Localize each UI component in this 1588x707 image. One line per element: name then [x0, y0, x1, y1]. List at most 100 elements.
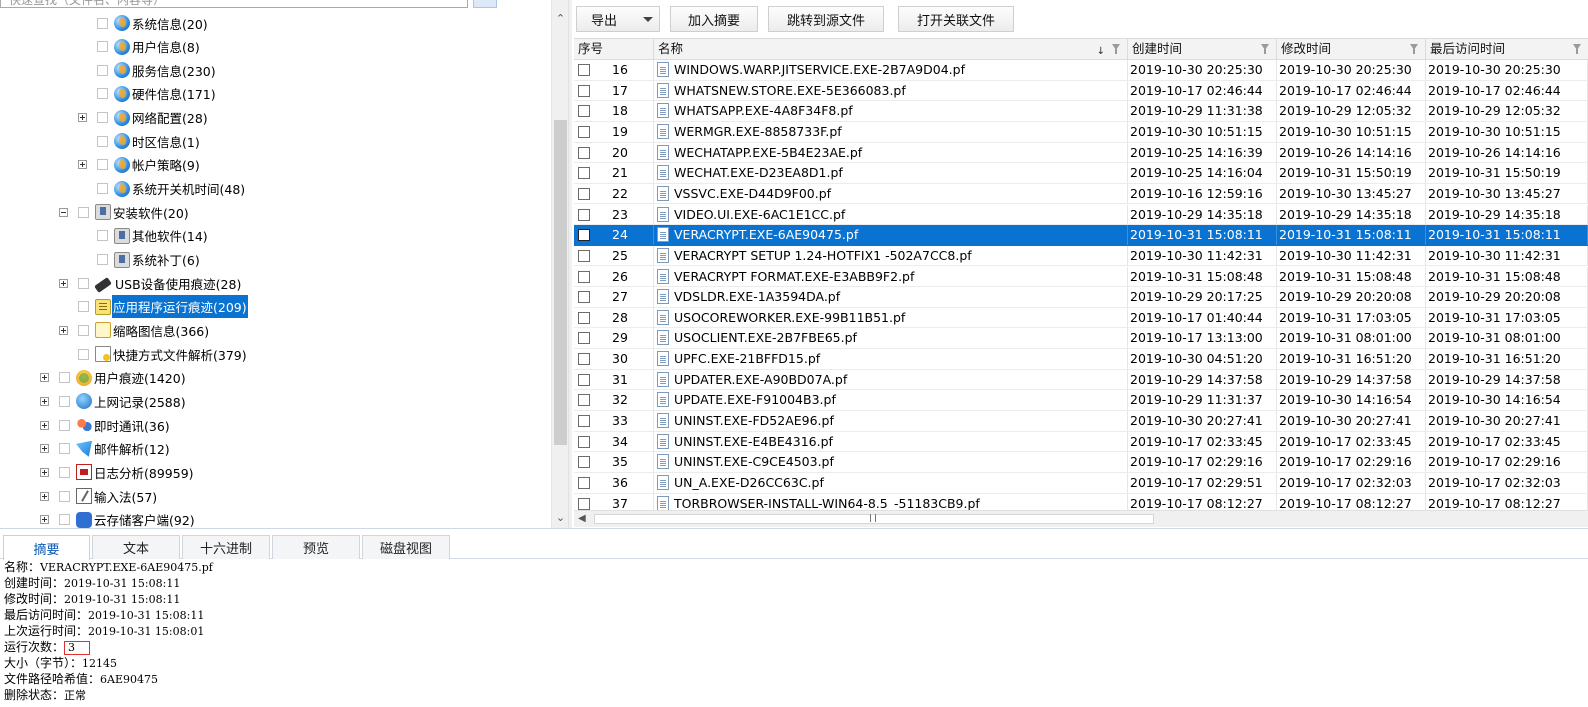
- tab-3[interactable]: 预览: [272, 535, 360, 559]
- tree-item[interactable]: 快捷方式文件解析(379): [59, 343, 248, 365]
- open-related-file-button[interactable]: 打开关联文件: [898, 6, 1014, 32]
- tree-checkbox[interactable]: [97, 135, 108, 147]
- row-checkbox[interactable]: [578, 146, 590, 159]
- export-dropdown-button[interactable]: 导出: [576, 6, 660, 32]
- row-checkbox[interactable]: [578, 394, 590, 407]
- tree-search-button[interactable]: [473, 0, 497, 8]
- table-row[interactable]: 29 USOCLIENT.EXE-2B7FBE65.pf 2019-10-17 13…: [574, 328, 1588, 350]
- table-row[interactable]: 25 VERACRYPT SETUP 1.24-HOTFIX1 -502A7CC8…: [574, 245, 1588, 267]
- tree-item[interactable]: 系统补丁(6): [78, 249, 201, 271]
- expand-icon[interactable]: [40, 515, 49, 525]
- column-header-seq[interactable]: 序号: [574, 39, 654, 59]
- table-row[interactable]: 20 WECHATAPP.EXE-5B4E23AE.pf 2019-10-25 14…: [574, 142, 1588, 164]
- table-row[interactable]: 37 TORBROWSER-INSTALL-WIN64-8.5_-51183CB9…: [574, 493, 1588, 510]
- scroll-left-arrow-icon[interactable]: ◀: [578, 513, 586, 524]
- row-checkbox[interactable]: [578, 105, 590, 118]
- filter-icon[interactable]: [1410, 44, 1418, 54]
- row-checkbox[interactable]: [578, 332, 590, 345]
- expand-icon[interactable]: [40, 396, 49, 406]
- row-checkbox[interactable]: [578, 353, 590, 366]
- tree-item[interactable]: 即时通讯(36): [40, 414, 171, 436]
- row-checkbox[interactable]: [578, 64, 590, 76]
- table-row[interactable]: 34 UNINST.EXE-E4BE4316.pf 2019-10-17 02:33…: [574, 431, 1588, 453]
- row-checkbox[interactable]: [578, 167, 590, 180]
- tree-checkbox[interactable]: [97, 183, 108, 195]
- tree-checkbox[interactable]: [97, 88, 108, 100]
- tree-item[interactable]: 邮件解析(12): [40, 438, 171, 460]
- table-row[interactable]: 28 USOCOREWORKER.EXE-99B11B51.pf 2019-10-1…: [574, 307, 1588, 329]
- tree-checkbox[interactable]: [59, 372, 70, 384]
- row-checkbox[interactable]: [578, 415, 590, 428]
- tree-item[interactable]: 缩略图信息(366): [59, 319, 210, 341]
- row-checkbox[interactable]: [578, 229, 590, 242]
- tree-item[interactable]: 网络配置(28): [78, 107, 209, 129]
- tree-item[interactable]: 日志分析(89959): [40, 461, 195, 483]
- expand-icon[interactable]: [40, 467, 49, 477]
- scroll-down-arrow-icon[interactable]: ⌄: [552, 509, 569, 526]
- tree-checkbox[interactable]: [59, 419, 70, 431]
- table-row[interactable]: 27 VDSLDR.EXE-1A3594DA.pf 2019-10-29 20:17…: [574, 287, 1588, 308]
- tree-checkbox[interactable]: [59, 490, 70, 502]
- table-row[interactable]: 31 UPDATER.EXE-A90BD07A.pf 2019-10-29 14:3…: [574, 369, 1588, 391]
- row-checkbox[interactable]: [578, 270, 590, 283]
- expand-icon[interactable]: [40, 444, 49, 454]
- tree-checkbox[interactable]: [59, 395, 70, 407]
- tree-item[interactable]: 时区信息(1): [78, 130, 201, 152]
- tree-item[interactable]: 输入法(57): [40, 485, 158, 507]
- expand-icon[interactable]: [40, 420, 49, 430]
- tree-checkbox[interactable]: [97, 17, 108, 29]
- jump-to-source-button[interactable]: 跳转到源文件: [768, 6, 884, 32]
- tab-1[interactable]: 文本: [92, 535, 180, 559]
- tree-checkbox[interactable]: [59, 466, 70, 478]
- tree-item[interactable]: 用户信息(8): [78, 36, 201, 58]
- tree-checkbox[interactable]: [97, 41, 108, 53]
- tree-item[interactable]: USB设备使用痕迹(28): [59, 272, 242, 294]
- tree-item[interactable]: 其他软件(14): [78, 225, 209, 247]
- row-checkbox[interactable]: [578, 291, 590, 304]
- expand-icon[interactable]: [40, 491, 49, 501]
- expand-icon[interactable]: [59, 278, 68, 288]
- tree-checkbox[interactable]: [78, 301, 89, 313]
- row-checkbox[interactable]: [578, 435, 590, 448]
- expand-icon[interactable]: [40, 373, 49, 383]
- tree-item[interactable]: 安装软件(20): [59, 201, 190, 223]
- expand-icon[interactable]: [59, 325, 68, 335]
- row-checkbox[interactable]: [578, 373, 590, 386]
- tree-item[interactable]: 系统信息(20): [78, 12, 209, 34]
- tree-item[interactable]: 应用程序运行痕迹(209): [59, 295, 248, 319]
- filter-icon[interactable]: [1112, 44, 1120, 54]
- tree-item[interactable]: 上网记录(2588): [40, 390, 187, 412]
- tree-search-input[interactable]: 快速查找（文件名、内容等）: [0, 0, 468, 8]
- tree-checkbox[interactable]: [78, 348, 89, 360]
- tree-vertical-scrollbar[interactable]: ⌃ ⌄: [551, 0, 568, 528]
- tree-checkbox[interactable]: [78, 277, 89, 289]
- table-row[interactable]: 18 WHATSAPP.EXE-4A8F34F8.pf 2019-10-29 11:…: [574, 101, 1588, 122]
- row-checkbox[interactable]: [578, 249, 590, 262]
- table-row[interactable]: 33 UNINST.EXE-FD52AE96.pf 2019-10-30 20:27…: [574, 411, 1588, 432]
- table-row[interactable]: 35 UNINST.EXE-C9CE4503.pf 2019-10-17 02:29…: [574, 452, 1588, 473]
- column-header-created[interactable]: 创建时间: [1128, 39, 1277, 59]
- tree-checkbox[interactable]: [78, 206, 89, 218]
- table-row[interactable]: 36 UN_A.EXE-D26CC63C.pf 2019-10-17 02:29:5…: [574, 473, 1588, 494]
- table-row[interactable]: 32 UPDATE.EXE-F91004B3.pf 2019-10-29 11:31…: [574, 390, 1588, 411]
- table-row[interactable]: 16 WINDOWS.WARP.JITSERVICE.EXE-2B7A9D04.p…: [574, 60, 1588, 81]
- filter-icon[interactable]: [1261, 44, 1269, 54]
- tree-item[interactable]: 系统开关机时间(48): [78, 178, 246, 200]
- row-checkbox[interactable]: [578, 456, 590, 469]
- tree-item[interactable]: 帐户策略(9): [78, 154, 201, 176]
- collapse-icon[interactable]: [59, 207, 68, 217]
- tree-checkbox[interactable]: [78, 324, 89, 336]
- row-checkbox[interactable]: [578, 84, 590, 97]
- table-row[interactable]: 21 WECHAT.EXE-D23EA8D1.pf 2019-10-25 14:16…: [574, 163, 1588, 184]
- row-checkbox[interactable]: [578, 497, 590, 510]
- tab-2[interactable]: 十六进制: [182, 535, 270, 559]
- tree-checkbox[interactable]: [97, 112, 108, 124]
- tree-checkbox[interactable]: [97, 254, 108, 265]
- tree-checkbox[interactable]: [97, 230, 108, 242]
- table-row[interactable]: 24 VERACRYPT.EXE-6AE90475.pf 2019-10-31 15…: [574, 225, 1588, 246]
- table-row[interactable]: 17 WHATSNEW.STORE.EXE-5E366083.pf 2019-10-…: [574, 80, 1588, 102]
- row-checkbox[interactable]: [578, 187, 590, 200]
- column-header-accessed[interactable]: 最后访问时间: [1426, 39, 1588, 59]
- filter-icon[interactable]: [1573, 44, 1581, 54]
- tree-item[interactable]: 服务信息(230): [78, 59, 217, 81]
